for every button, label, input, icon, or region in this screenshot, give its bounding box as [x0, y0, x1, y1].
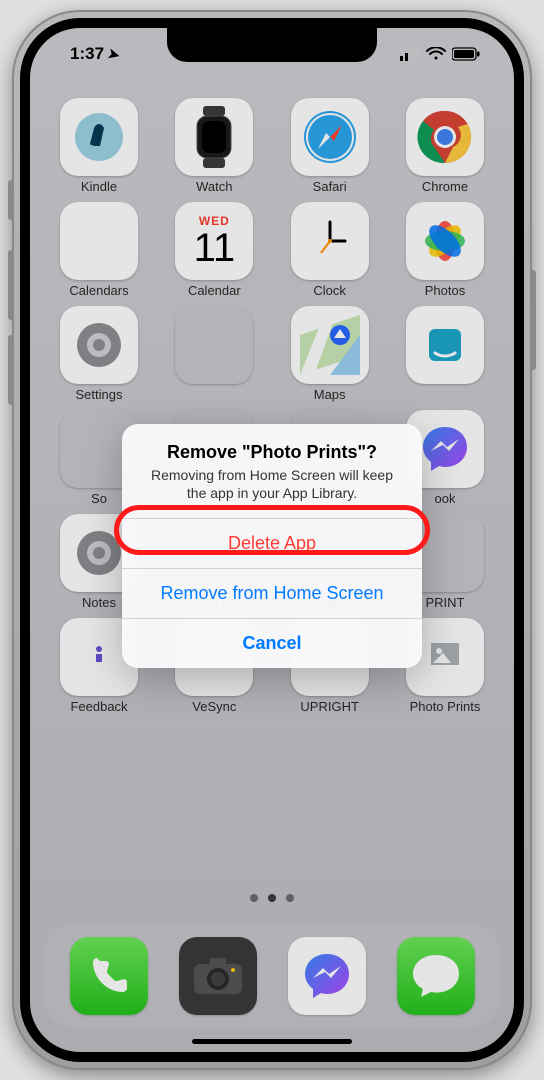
- app-label: ook: [435, 491, 456, 506]
- app-icon: [291, 306, 369, 384]
- alert-message: Removing from Home Screen will keep the …: [140, 467, 404, 502]
- app-label: Maps: [314, 387, 346, 402]
- app-icon: [175, 98, 253, 176]
- folder-icon: [175, 306, 253, 384]
- app-icon: WED11: [175, 202, 253, 280]
- dock-messenger[interactable]: [288, 937, 366, 1015]
- app-label: Calendars: [69, 283, 128, 298]
- calendar-day: 11: [194, 228, 236, 268]
- battery-icon: [452, 47, 480, 61]
- notch: [167, 28, 377, 62]
- cancel-button[interactable]: Cancel: [122, 618, 422, 668]
- app-icon: [406, 98, 484, 176]
- dock: [44, 924, 500, 1028]
- app-label: Calendar: [188, 283, 241, 298]
- cellular-signal-icon: [400, 47, 420, 61]
- app-label: Photo Prints: [410, 699, 481, 714]
- volume-up-button: [8, 250, 14, 320]
- phone-frame: 1:37 ➤: [12, 10, 532, 1070]
- delete-app-button[interactable]: Delete App: [122, 518, 422, 568]
- app-label: VeSync: [192, 699, 236, 714]
- app-label: Photos: [425, 283, 465, 298]
- app-calendars[interactable]: 18 Calendars: [54, 202, 144, 298]
- app-icon: [291, 202, 369, 280]
- remove-from-home-button[interactable]: Remove from Home Screen: [122, 568, 422, 618]
- app-watch[interactable]: Watch: [169, 98, 259, 194]
- app-kindle[interactable]: Kindle: [54, 98, 144, 194]
- home-indicator[interactable]: [192, 1039, 352, 1044]
- app-label: Chrome: [422, 179, 468, 194]
- location-services-icon: ➤: [106, 44, 122, 63]
- wifi-icon: [426, 47, 446, 61]
- app-calendar[interactable]: WED11 Calendar: [169, 202, 259, 298]
- app-label: Kindle: [81, 179, 117, 194]
- app-icon: [291, 98, 369, 176]
- app-amazon[interactable]: [400, 306, 490, 402]
- app-icon: [60, 306, 138, 384]
- alert-title: Remove "Photo Prints"?: [140, 442, 404, 463]
- page-indicator[interactable]: [30, 894, 514, 902]
- remove-app-alert: Remove "Photo Prints"? Removing from Hom…: [122, 424, 422, 668]
- phone-bezel: 1:37 ➤: [20, 18, 524, 1062]
- app-label: UPRIGHT: [300, 699, 359, 714]
- dock-camera[interactable]: [179, 937, 257, 1015]
- volume-down-button: [8, 335, 14, 405]
- app-label: Clock: [313, 283, 346, 298]
- screen: 1:37 ➤: [30, 28, 514, 1052]
- app-clock[interactable]: Clock: [285, 202, 375, 298]
- app-label: Safari: [313, 179, 347, 194]
- status-time: 1:37: [70, 44, 104, 64]
- app-icon: [406, 306, 484, 384]
- dock-phone[interactable]: [70, 937, 148, 1015]
- app-settings[interactable]: Settings: [54, 306, 144, 402]
- app-icon: 18: [60, 202, 138, 280]
- dock-messages[interactable]: [397, 937, 475, 1015]
- app-safari[interactable]: Safari: [285, 98, 375, 194]
- app-label: Watch: [196, 179, 232, 194]
- app-icon: [406, 202, 484, 280]
- mute-switch: [8, 180, 14, 220]
- app-label: So: [91, 491, 107, 506]
- app-label: Feedback: [70, 699, 127, 714]
- app-icon: [60, 98, 138, 176]
- app-label: Settings: [76, 387, 123, 402]
- app-label: PRINT: [425, 595, 464, 610]
- app-maps[interactable]: Maps: [285, 306, 375, 402]
- app-chrome[interactable]: Chrome: [400, 98, 490, 194]
- app-label: Notes: [82, 595, 116, 610]
- side-button: [530, 270, 536, 370]
- folder-1[interactable]: [169, 306, 259, 402]
- app-photos[interactable]: Photos: [400, 202, 490, 298]
